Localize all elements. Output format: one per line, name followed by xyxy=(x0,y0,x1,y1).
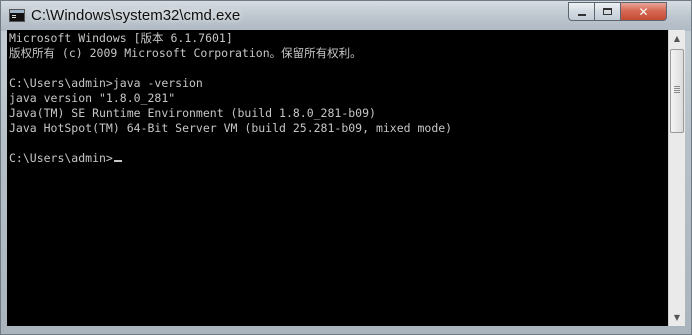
vertical-scrollbar[interactable]: ▲ ▼ xyxy=(668,30,685,326)
minimize-icon xyxy=(577,13,586,16)
cmd-window: C:\Windows\system32\cmd.exe ✕ Microsoft … xyxy=(0,0,692,335)
scrollbar-thumb[interactable] xyxy=(670,49,684,133)
console-prompt-line[interactable]: C:\Users\admin> xyxy=(9,151,122,166)
caption-buttons: ✕ xyxy=(568,2,667,22)
console-line: Java HotSpot(TM) 64-Bit Server VM (build… xyxy=(9,121,453,135)
console-line: 版权所有 (c) 2009 Microsoft Corporation。保留所有… xyxy=(9,46,362,60)
window-title: C:\Windows\system32\cmd.exe xyxy=(31,7,241,24)
maximize-button[interactable] xyxy=(595,2,621,21)
close-button[interactable]: ✕ xyxy=(621,2,667,21)
maximize-icon xyxy=(603,8,612,15)
console-line: java version "1.8.0_281" xyxy=(9,91,176,105)
console-app-icon[interactable] xyxy=(9,9,25,22)
console-line: Java(TM) SE Runtime Environment (build 1… xyxy=(9,106,376,120)
title-bar[interactable]: C:\Windows\system32\cmd.exe ✕ xyxy=(1,1,691,31)
console-prompt: C:\Users\admin> xyxy=(9,151,113,165)
console-line: Microsoft Windows [版本 6.1.7601] xyxy=(9,31,233,45)
console-line: C:\Users\admin>java -version xyxy=(9,76,203,90)
scroll-down-arrow-icon[interactable]: ▼ xyxy=(669,309,685,326)
minimize-button[interactable] xyxy=(568,2,595,21)
text-cursor xyxy=(113,160,122,162)
console-output[interactable]: Microsoft Windows [版本 6.1.7601] 版权所有 (c)… xyxy=(7,30,668,326)
close-icon: ✕ xyxy=(638,4,649,19)
scroll-up-arrow-icon[interactable]: ▲ xyxy=(669,30,685,47)
